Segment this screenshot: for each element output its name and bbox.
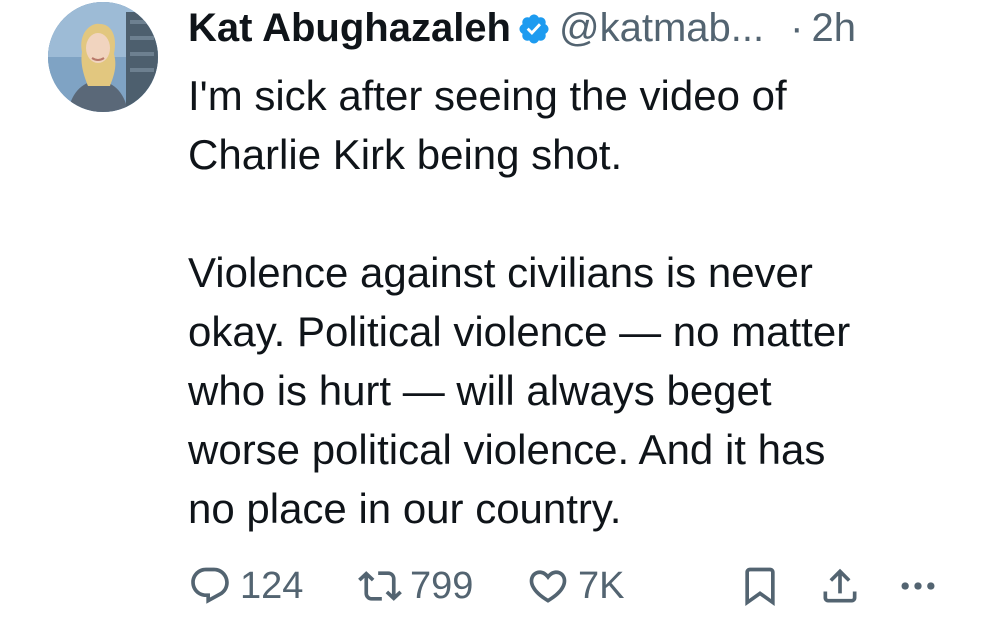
tweet-text-line: who is hurt — will always beget [188, 367, 772, 414]
retweet-icon [358, 571, 402, 601]
handle[interactable]: @katmab... [559, 6, 764, 51]
tweet-text-line: worse political violence. And it has [188, 426, 826, 473]
more-icon [901, 582, 935, 590]
avatar[interactable] [48, 2, 158, 112]
retweet-button[interactable]: 799 [358, 556, 473, 616]
heart-icon [529, 570, 567, 603]
tweet-text-line: okay. Political violence — no matter [188, 308, 851, 355]
like-button[interactable]: 7K [526, 556, 624, 616]
tweet-header: Kat Abughazaleh @katmab... · 2h [188, 4, 856, 52]
share-icon [823, 568, 857, 603]
timestamp[interactable]: 2h [811, 6, 856, 51]
separator-dot: · [790, 5, 804, 50]
tweet: Kat Abughazaleh @katmab... · 2h I'm sick… [0, 0, 1000, 628]
avatar-image [48, 2, 158, 112]
like-count: 7K [578, 564, 625, 607]
tweet-text-line: I'm sick after seeing the video of [188, 72, 787, 119]
verified-badge-icon [517, 11, 551, 45]
reply-button[interactable]: 124 [188, 556, 303, 616]
share-button[interactable] [818, 556, 862, 616]
tweet-text-line: Charlie Kirk being shot. [188, 131, 623, 178]
reply-icon [191, 567, 229, 604]
retweet-count: 799 [410, 564, 474, 607]
more-button[interactable] [896, 556, 940, 616]
action-bar: 124 799 7K [188, 556, 968, 616]
tweet-text: I'm sick after seeing the video of Charl… [188, 66, 978, 538]
tweet-text-line: Violence against civilians is never [188, 249, 813, 296]
bookmark-button[interactable] [738, 556, 782, 616]
bookmark-icon [745, 567, 775, 607]
tweet-text-line: no place in our country. [188, 485, 622, 532]
reply-count: 124 [240, 564, 304, 607]
display-name[interactable]: Kat Abughazaleh [188, 6, 511, 51]
